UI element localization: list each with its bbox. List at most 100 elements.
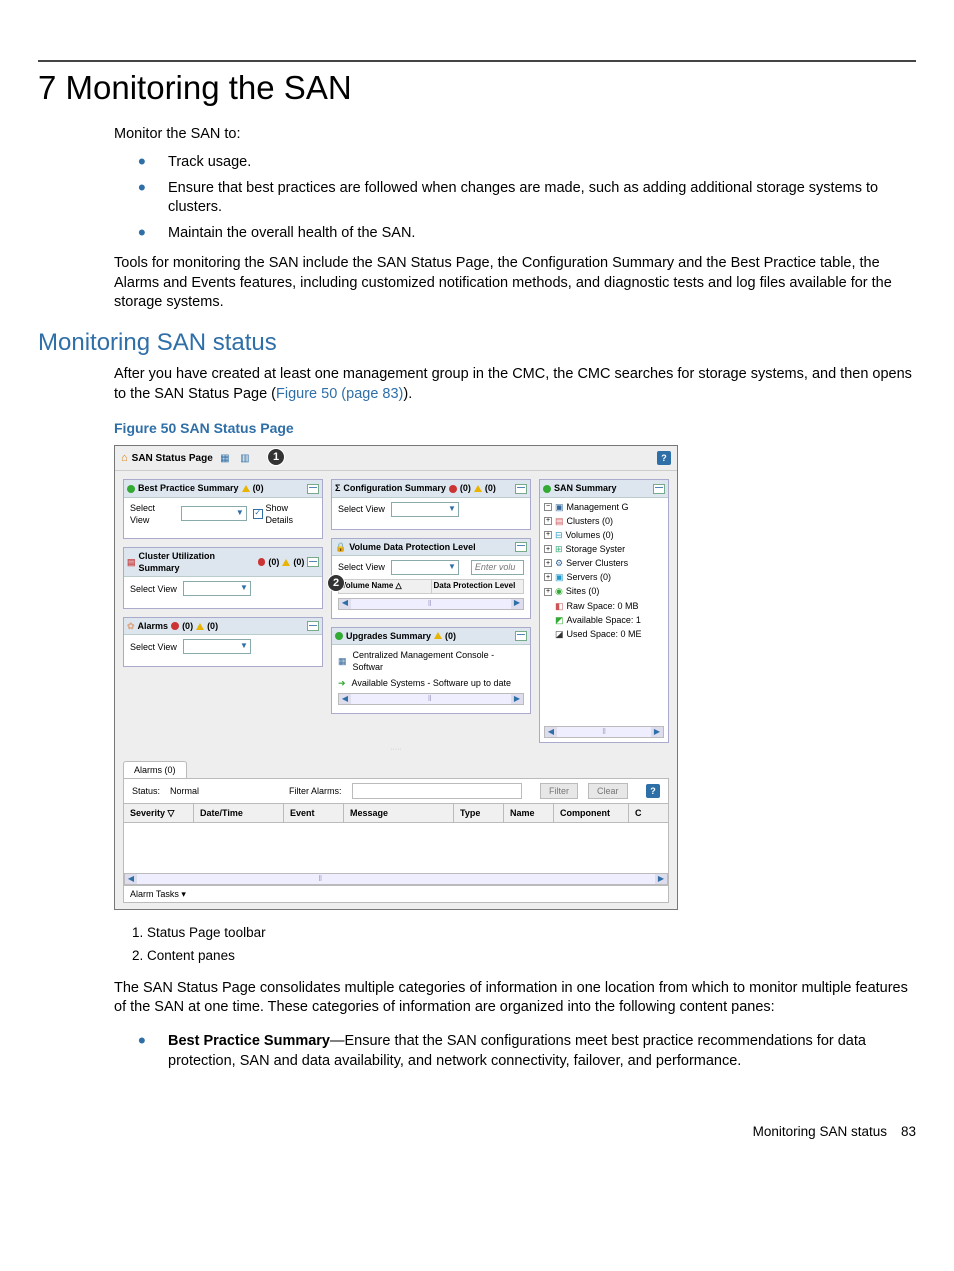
- expand-icon[interactable]: +: [544, 517, 552, 525]
- col-severity[interactable]: Severity ▽: [124, 804, 194, 822]
- tree-row[interactable]: −▣Management G: [544, 500, 664, 514]
- scroll-left-icon[interactable]: ◀: [545, 727, 557, 737]
- minimize-icon[interactable]: —: [515, 631, 527, 641]
- filter-button[interactable]: Filter: [540, 783, 578, 799]
- toolbar-title: SAN Status Page: [132, 452, 213, 466]
- bell-icon: ✿: [127, 620, 135, 632]
- configuration-summary-panel: Σ Configuration Summary (0) (0) — Select…: [331, 479, 531, 529]
- panel-title: Upgrades Summary: [346, 630, 431, 642]
- warning-icon: [282, 559, 290, 566]
- cluster-icon: ▤: [127, 556, 136, 568]
- grid-view-icon[interactable]: ▦: [217, 450, 233, 466]
- expand-icon[interactable]: +: [544, 545, 552, 553]
- expand-icon[interactable]: +: [544, 559, 552, 567]
- clear-button[interactable]: Clear: [588, 783, 628, 799]
- intro-line: Monitor the SAN to:: [114, 125, 916, 145]
- tree-row[interactable]: +▤Clusters (0): [544, 514, 664, 528]
- page-footer: Monitoring SAN status 83: [38, 1123, 916, 1141]
- select-view-dropdown[interactable]: ▼: [391, 560, 459, 575]
- minimize-icon[interactable]: —: [515, 542, 527, 552]
- volume-filter-input[interactable]: Enter volu: [471, 560, 524, 575]
- software-icon: ▦: [338, 655, 347, 667]
- tree-row[interactable]: +⊟Volumes (0): [544, 528, 664, 542]
- h-scrollbar[interactable]: ◀ Ⅱ ▶: [338, 693, 524, 705]
- col-datetime[interactable]: Date/Time: [194, 804, 284, 822]
- col-type[interactable]: Type: [454, 804, 504, 822]
- h-scrollbar[interactable]: ◀ Ⅱ ▶: [124, 873, 668, 885]
- tree-row: ◪Used Space: 0 ME: [544, 627, 664, 641]
- scroll-left-icon[interactable]: ◀: [339, 694, 351, 704]
- home-icon[interactable]: ⌂: [121, 451, 128, 466]
- figure-xref-link[interactable]: Figure 50 (page 83): [276, 386, 403, 402]
- scroll-right-icon[interactable]: ▶: [651, 727, 663, 737]
- panel-title: Cluster Utilization Summary: [139, 550, 255, 574]
- alarms-filter-bar: Status: Normal Filter Alarms: Filter Cle…: [123, 778, 669, 804]
- server-icon: ▣: [555, 571, 564, 583]
- select-view-dropdown[interactable]: ▼: [181, 506, 247, 521]
- minimize-icon[interactable]: —: [307, 484, 319, 494]
- expand-icon[interactable]: +: [544, 573, 552, 581]
- alarm-tasks-dropdown[interactable]: Alarm Tasks ▾: [123, 886, 669, 903]
- col-message[interactable]: Message: [344, 804, 454, 822]
- upgrade-line: Centralized Management Console - Softwar: [353, 649, 524, 673]
- expand-icon[interactable]: +: [544, 588, 552, 596]
- alarms-tab[interactable]: Alarms (0): [123, 761, 187, 778]
- expand-icon[interactable]: +: [544, 531, 552, 539]
- critical-icon: [449, 485, 457, 493]
- scroll-right-icon[interactable]: ▶: [511, 694, 523, 704]
- col-name[interactable]: Name: [504, 804, 554, 822]
- scroll-right-icon[interactable]: ▶: [511, 599, 523, 609]
- h-scrollbar[interactable]: ◀ Ⅱ ▶: [544, 726, 664, 738]
- panel-title: SAN Summary: [554, 482, 617, 494]
- minimize-icon[interactable]: —: [653, 484, 665, 494]
- tree-row[interactable]: +▣Servers (0): [544, 570, 664, 584]
- used-space-icon: ◪: [555, 628, 564, 640]
- help-icon[interactable]: ?: [657, 451, 671, 465]
- tree-row[interactable]: +◉Sites (0): [544, 584, 664, 598]
- filter-alarms-input[interactable]: [352, 783, 522, 799]
- show-details-checkbox[interactable]: ✓: [253, 509, 263, 519]
- chevron-down-icon: ▼: [448, 562, 456, 573]
- scroll-left-icon[interactable]: ◀: [339, 599, 351, 609]
- status-label: Status:: [132, 785, 160, 797]
- minimize-icon[interactable]: —: [307, 557, 319, 567]
- tree-row[interactable]: +⚙Server Clusters: [544, 556, 664, 570]
- bullet-item: Track usage.: [138, 150, 916, 176]
- volume-data-protection-panel: 🔒 Volume Data Protection Level — Select …: [331, 538, 531, 619]
- monitor-bullets: Track usage. Ensure that best practices …: [138, 150, 916, 246]
- feature-item: Best Practice Summary—Ensure that the SA…: [138, 1028, 916, 1075]
- help-icon[interactable]: ?: [646, 784, 660, 798]
- status-ok-icon: [335, 632, 343, 640]
- panel-title: Best Practice Summary: [138, 482, 239, 494]
- alarms-grid: Severity ▽ Date/Time Event Message Type …: [123, 804, 669, 886]
- select-view-dropdown[interactable]: ▼: [183, 639, 251, 654]
- san-tree[interactable]: −▣Management G +▤Clusters (0) +⊟Volumes …: [540, 498, 668, 723]
- san-summary-panel: SAN Summary — −▣Management G +▤Clusters …: [539, 479, 669, 743]
- mgmt-group-icon: ▣: [555, 501, 564, 513]
- minimize-icon[interactable]: —: [515, 484, 527, 494]
- storage-icon: ⊞: [555, 543, 563, 555]
- expand-icon[interactable]: −: [544, 503, 552, 511]
- section-intro: After you have created at least one mana…: [114, 365, 916, 404]
- panel-title: Volume Data Protection Level: [349, 541, 475, 553]
- select-view-dropdown[interactable]: ▼: [183, 581, 251, 596]
- site-icon: ◉: [555, 585, 563, 597]
- warn-count: (0): [445, 630, 456, 642]
- san-status-screenshot: 1 2 ⌂ SAN Status Page ▦ ▥ ? Best Practic…: [114, 445, 678, 910]
- scroll-left-icon[interactable]: ◀: [125, 874, 137, 884]
- col-protection-level[interactable]: Data Protection Level: [432, 580, 524, 593]
- legend-item: 2. Content panes: [132, 947, 916, 965]
- detail-view-icon[interactable]: ▥: [237, 450, 253, 466]
- col-c[interactable]: C: [629, 804, 668, 822]
- minimize-icon[interactable]: —: [307, 621, 319, 631]
- h-scrollbar[interactable]: ◀ Ⅱ ▶: [338, 598, 524, 610]
- col-component[interactable]: Component: [554, 804, 629, 822]
- select-view-dropdown[interactable]: ▼: [391, 502, 459, 517]
- col-event[interactable]: Event: [284, 804, 344, 822]
- alarms-panel: ✿ Alarms (0) (0) — Select View ▼: [123, 617, 323, 667]
- tree-row[interactable]: +⊞Storage Syster: [544, 542, 664, 556]
- crit-count: (0): [268, 556, 279, 568]
- warn-count: (0): [485, 482, 496, 494]
- scroll-right-icon[interactable]: ▶: [655, 874, 667, 884]
- col-volume-name[interactable]: Volume Name △: [339, 580, 432, 593]
